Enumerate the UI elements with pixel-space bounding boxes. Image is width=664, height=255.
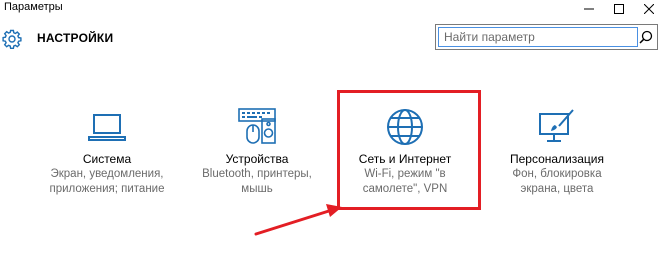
tile-description-line: мышь [241, 183, 273, 195]
tile-name: Персонализация [509, 152, 605, 166]
tile-description: Экран, уведомления, приложения; питание [32, 167, 182, 197]
close-icon [644, 4, 654, 14]
settings-window: Параметры НАСТРОЙКИ Найти параметр Систе… [0, 0, 664, 255]
highlight-box [337, 90, 481, 210]
tile-description-line: Экран, уведомления, [50, 168, 164, 180]
tile-system[interactable]: Система Экран, уведомления, приложения; … [32, 100, 182, 210]
maximize-button[interactable] [604, 0, 634, 18]
tile-devices[interactable]: Устройства Bluetooth, принтеры, мышь [182, 100, 332, 210]
tile-name: Система [82, 152, 132, 166]
tile-description-line: Bluetooth, принтеры, [202, 168, 312, 180]
title-bar: Параметры [0, 0, 664, 18]
window-title: Параметры [4, 1, 63, 13]
tile-description-line: приложения; питание [49, 183, 165, 195]
minimize-icon [584, 8, 594, 10]
maximize-icon [614, 4, 624, 14]
close-button[interactable] [634, 0, 664, 18]
minimize-button[interactable] [574, 0, 604, 18]
devices-icon [238, 108, 276, 144]
search-box[interactable] [435, 24, 658, 50]
search-icon[interactable] [639, 30, 653, 44]
search-input[interactable] [444, 29, 634, 45]
tile-description: Фон, блокировка экрана, цвета [482, 167, 632, 197]
page-title: НАСТРОЙКИ [37, 31, 114, 45]
tile-description: Bluetooth, принтеры, мышь [182, 167, 332, 197]
tile-name: Устройства [225, 152, 289, 166]
tile-description-line: Фон, блокировка [512, 168, 602, 180]
tile-description-line: экрана, цвета [520, 183, 594, 195]
personalization-icon [539, 109, 574, 142]
gear-icon [2, 29, 22, 49]
annotation-arrow-icon [254, 204, 342, 236]
tile-personalization[interactable]: Персонализация Фон, блокировка экрана, ц… [482, 100, 632, 210]
laptop-icon [88, 114, 126, 141]
